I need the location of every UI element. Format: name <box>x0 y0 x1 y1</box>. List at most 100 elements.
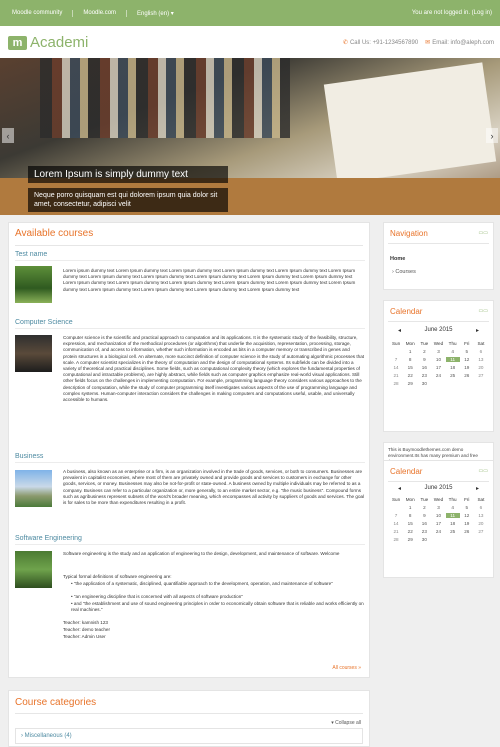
block-actions-icon[interactable]: ▭▭ <box>479 308 488 314</box>
calendar-date[interactable]: 25 <box>446 529 460 534</box>
course-categories-panel: Course categories ▾ Collapse all › Misce… <box>8 690 370 747</box>
calendar-date[interactable]: 12 <box>460 357 474 362</box>
course-item: Software Engineering Software engineerin… <box>15 535 365 639</box>
calendar-date <box>431 381 445 386</box>
calendar-date[interactable]: 2 <box>417 505 431 510</box>
slider-prev-button[interactable]: ‹ <box>2 128 14 143</box>
language-menu[interactable]: English (en) ▾ <box>137 10 184 17</box>
prev-month-button[interactable]: ◂ <box>398 327 401 334</box>
divider <box>388 321 489 322</box>
calendar-date[interactable]: 28 <box>389 381 403 386</box>
calendar-date[interactable]: 8 <box>403 513 417 518</box>
calendar-date[interactable]: 9 <box>417 357 431 362</box>
calendar-date[interactable]: 11 <box>445 513 460 518</box>
course-thumbnail[interactable] <box>15 335 52 372</box>
calendar-date[interactable]: 7 <box>389 513 403 518</box>
course-name[interactable]: Software Engineering <box>15 535 365 542</box>
calendar-date[interactable]: 14 <box>389 365 403 370</box>
course-name[interactable]: Business <box>15 453 365 460</box>
course-thumbnail[interactable] <box>15 266 52 303</box>
calendar-date[interactable]: 9 <box>417 513 431 518</box>
calendar-date[interactable]: 16 <box>417 521 431 526</box>
calendar-date[interactable]: 25 <box>446 373 460 378</box>
calendar-date[interactable]: 22 <box>403 529 417 534</box>
calendar-date[interactable]: 26 <box>460 373 474 378</box>
calendar-date[interactable]: 1 <box>403 505 417 510</box>
calendar-date[interactable]: 5 <box>460 349 474 354</box>
calendar-date[interactable]: 4 <box>446 349 460 354</box>
course-thumbnail[interactable] <box>15 470 52 507</box>
slider-next-button[interactable]: › <box>486 128 498 143</box>
calendar-date[interactable]: 19 <box>460 365 474 370</box>
calendar-date[interactable]: 24 <box>431 529 445 534</box>
calendar-date[interactable]: 15 <box>403 521 417 526</box>
moodle-community-link[interactable]: Moodle community <box>12 10 74 17</box>
prev-month-button[interactable]: ◂ <box>398 485 401 492</box>
calendar-day-name: Wed <box>433 497 444 502</box>
login-status[interactable]: You are not logged in. (Log in) <box>412 10 492 16</box>
calendar-date[interactable]: 23 <box>417 373 431 378</box>
nav-courses-link[interactable]: › Courses <box>392 269 416 275</box>
calendar-date[interactable]: 2 <box>417 349 431 354</box>
calendar-date[interactable]: 10 <box>431 357 445 362</box>
calendar-date[interactable]: 26 <box>460 529 474 534</box>
calendar-date[interactable]: 4 <box>446 505 460 510</box>
calendar-date[interactable]: 16 <box>417 365 431 370</box>
calendar-date[interactable]: 17 <box>431 365 445 370</box>
calendar-date[interactable]: 27 <box>474 373 488 378</box>
calendar-date[interactable]: 22 <box>403 373 417 378</box>
course-name[interactable]: Computer Science <box>15 319 365 326</box>
calendar-date[interactable]: 13 <box>474 513 488 518</box>
calendar-date[interactable]: 24 <box>431 373 445 378</box>
all-courses-link[interactable]: All courses » <box>332 665 361 671</box>
calendar-date[interactable]: 3 <box>431 349 445 354</box>
calendar-date[interactable]: 20 <box>474 365 488 370</box>
category-item-miscellaneous[interactable]: › Miscellaneous (4) <box>15 728 363 744</box>
calendar-date[interactable]: 21 <box>389 373 403 378</box>
block-actions-icon[interactable]: ▭▭ <box>479 468 488 474</box>
calendar-date[interactable]: 8 <box>403 357 417 362</box>
calendar-date[interactable]: 1 <box>403 349 417 354</box>
calendar-date[interactable]: 14 <box>389 521 403 526</box>
calendar-date[interactable]: 21 <box>389 529 403 534</box>
calendar-date[interactable]: 3 <box>431 505 445 510</box>
teacher-line[interactable]: Teacher: Admin User <box>63 634 365 640</box>
calendar-date[interactable]: 7 <box>389 357 403 362</box>
calendar-date[interactable]: 19 <box>460 521 474 526</box>
next-month-button[interactable]: ▸ <box>476 327 479 334</box>
site-header: m Academi ✆ Call Us: +91-1234567890 ✉ Emai… <box>0 26 500 58</box>
calendar-date[interactable]: 28 <box>389 537 403 542</box>
course-item: Test name Lorem ipsum dummy text Lorem I… <box>15 251 365 303</box>
calendar-date[interactable]: 29 <box>403 537 417 542</box>
next-month-button[interactable]: ▸ <box>476 485 479 492</box>
block-actions-icon[interactable]: ▭▭ <box>479 230 488 236</box>
calendar-date[interactable]: 18 <box>446 365 460 370</box>
calendar-date[interactable]: 30 <box>417 381 431 386</box>
calendar-date[interactable]: 20 <box>474 521 488 526</box>
calendar-date[interactable]: 30 <box>417 537 431 542</box>
teacher-line[interactable]: Teacher: kamnish 123 <box>63 620 365 626</box>
course-name[interactable]: Test name <box>15 251 365 258</box>
calendar-date[interactable]: 13 <box>474 357 488 362</box>
calendar-day-name: Wed <box>433 341 444 346</box>
calendar-date[interactable]: 18 <box>446 521 460 526</box>
calendar-date[interactable]: 12 <box>460 513 474 518</box>
calendar-date[interactable]: 5 <box>460 505 474 510</box>
calendar-date[interactable]: 29 <box>403 381 417 386</box>
site-logo[interactable]: m Academi <box>8 34 88 51</box>
collapse-all-button[interactable]: ▾ Collapse all <box>331 720 361 726</box>
calendar-date[interactable]: 17 <box>431 521 445 526</box>
email-text[interactable]: Email: info@aleph.com <box>432 40 494 46</box>
calendar-date[interactable]: 10 <box>431 513 445 518</box>
calendar-date[interactable]: 15 <box>403 365 417 370</box>
calendar-date[interactable]: 6 <box>474 505 488 510</box>
teacher-line[interactable]: Teacher: demo teacher <box>63 627 365 633</box>
contact-info: ✆ Call Us: +91-1234567890 ✉ Email: info@al… <box>343 39 494 46</box>
calendar-date[interactable]: 6 <box>474 349 488 354</box>
nav-home-link[interactable]: Home <box>390 256 405 262</box>
calendar-date[interactable]: 11 <box>445 357 460 362</box>
calendar-date[interactable]: 27 <box>474 529 488 534</box>
course-thumbnail[interactable] <box>15 551 52 588</box>
calendar-date[interactable]: 23 <box>417 529 431 534</box>
moodle-com-link[interactable]: Moodle.com <box>83 10 128 17</box>
